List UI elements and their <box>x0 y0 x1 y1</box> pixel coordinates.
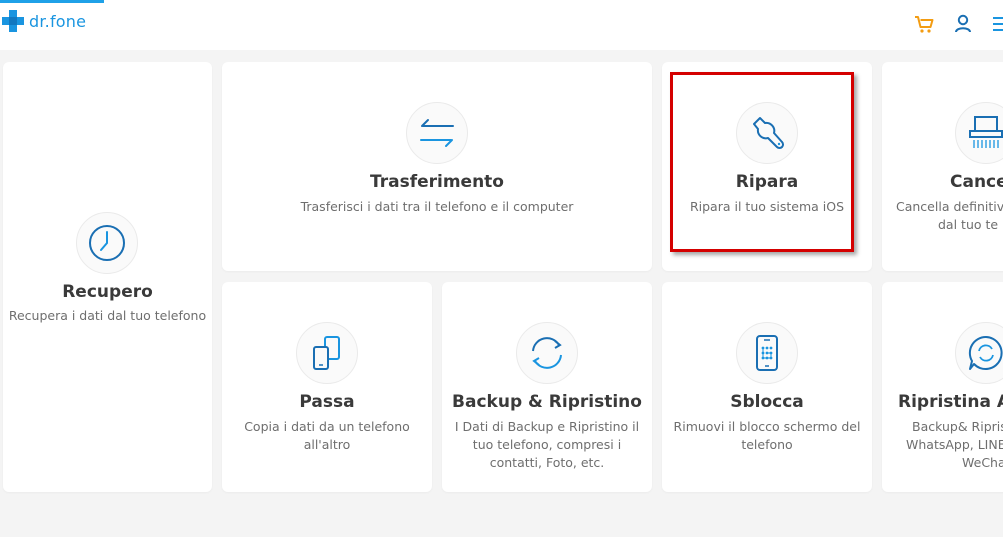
card-ripristina-app[interactable]: Ripristina Ap Backup& Ripris WhatsApp, L… <box>882 282 1003 492</box>
card-title: Passa <box>299 392 355 412</box>
chat-restore-icon <box>955 322 1003 384</box>
logo-text: dr.fone <box>29 11 87 31</box>
card-backup-ripristino[interactable]: Backup & Ripristino I Dati di Backup e R… <box>442 282 652 492</box>
card-trasferimento[interactable]: Trasferimento Trasferisci i dati tra il … <box>222 62 652 271</box>
clock-icon <box>76 212 138 274</box>
card-recupero[interactable]: Recupero Recupera i dati dal tuo telefon… <box>3 62 212 492</box>
card-desc: Recupera i dati dal tuo telefono <box>8 308 207 323</box>
menu-icon[interactable] <box>990 13 1003 35</box>
active-indicator <box>0 0 104 3</box>
card-desc-line2: WhatsApp, LINE <box>906 437 1003 452</box>
plus-logo-icon <box>2 10 24 32</box>
phone-switch-icon <box>296 322 358 384</box>
sync-icon <box>516 322 578 384</box>
phone-unlock-icon <box>736 322 798 384</box>
card-desc-line3: WeCha <box>962 455 1003 470</box>
card-title: Ripristina Ap <box>898 392 1003 412</box>
top-bar: dr.fone <box>0 0 1003 50</box>
card-title: Recupero <box>62 282 153 302</box>
card-desc-line3: contatti, Foto, etc. <box>489 455 605 470</box>
transfer-arrows-icon <box>406 102 468 164</box>
card-desc-line1: Copia i dati da un telefono <box>244 419 410 434</box>
card-desc-line1: Rimuovi il blocco schermo del <box>673 419 861 434</box>
card-title: Cancel <box>950 172 1003 192</box>
highlight-box <box>670 72 854 252</box>
card-desc-line2: dal tuo te <box>938 217 999 232</box>
card-sblocca[interactable]: Sblocca Rimuovi il blocco schermo del te… <box>662 282 872 492</box>
card-desc-line1: Backup& Ripris <box>912 419 1003 434</box>
card-desc-line2: telefono <box>741 437 793 452</box>
card-desc-line1: I Dati di Backup e Ripristino il <box>454 419 640 434</box>
user-icon[interactable] <box>952 13 974 35</box>
card-desc-line1: Cancella definitiv <box>896 199 1003 214</box>
app-logo: dr.fone <box>2 10 86 32</box>
card-desc: Trasferisci i dati tra il telefono e il … <box>300 199 574 214</box>
card-desc-line2: all'altro <box>303 437 351 452</box>
cart-icon[interactable] <box>913 13 935 35</box>
card-title: Sblocca <box>730 392 804 412</box>
card-title: Backup & Ripristino <box>452 392 642 412</box>
shredder-icon <box>955 102 1003 164</box>
card-cancella[interactable]: Cancel Cancella definitiv dal tuo te <box>882 62 1003 271</box>
card-title: Trasferimento <box>370 172 504 192</box>
card-desc-line2: tuo telefono, compresi i <box>472 437 622 452</box>
card-passa[interactable]: Passa Copia i dati da un telefono all'al… <box>222 282 432 492</box>
